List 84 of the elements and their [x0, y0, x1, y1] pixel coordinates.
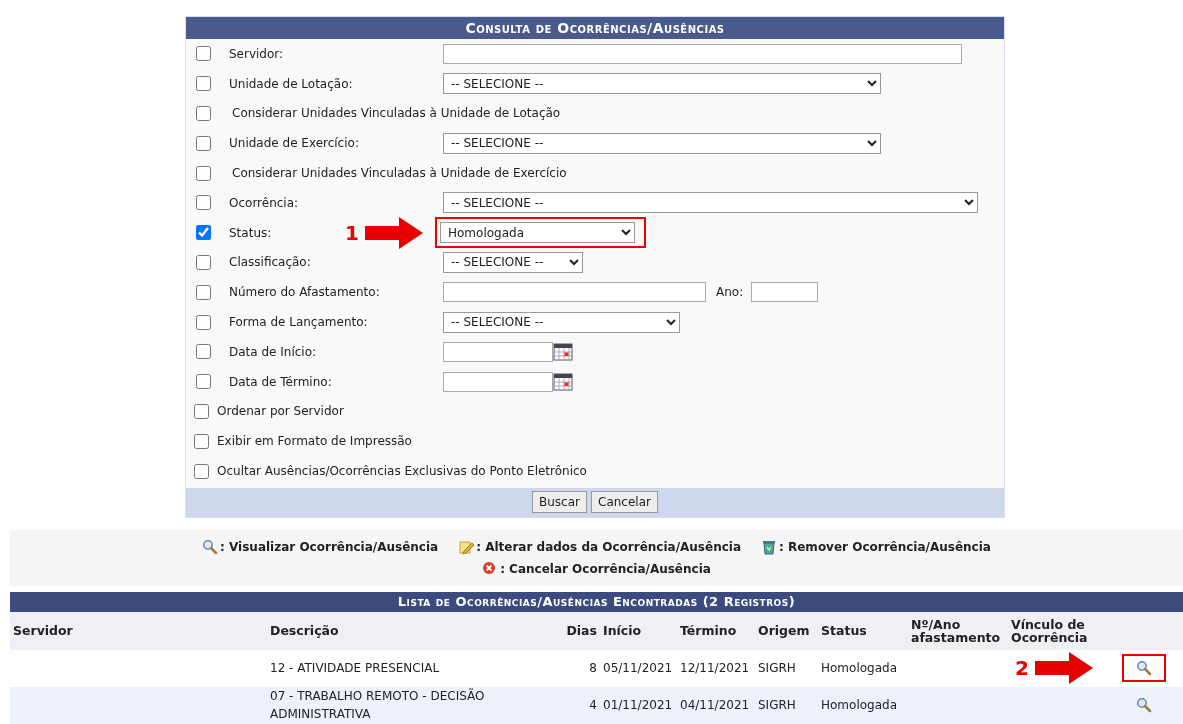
table-cell-text: 05/11/2021	[603, 660, 673, 678]
field-label: Número do Afastamento:	[229, 284, 380, 302]
calendar-icon	[553, 341, 573, 362]
table-cell-text: 01/11/2021	[603, 697, 673, 715]
option-label: Exibir em Formato de Impressão	[217, 433, 412, 451]
field-label: Forma de Lançamento:	[229, 314, 368, 332]
column-header: Início	[602, 622, 643, 641]
annotation-number: 1	[345, 219, 359, 247]
table-cell-text: 8	[589, 660, 597, 678]
dropdown[interactable]: -- SELECIONE --	[443, 73, 881, 95]
table-cell-text: 4	[589, 697, 597, 715]
arrow-icon	[1035, 651, 1093, 686]
annotation-number: 2	[1015, 655, 1029, 683]
option-label: Ocultar Ausências/Ocorrências Exclusivas do Ponto Eletrônico	[217, 463, 587, 481]
column-header: Descrição	[269, 622, 340, 641]
checkbox[interactable]	[196, 76, 211, 92]
field-label: Ocorrência:	[229, 194, 299, 212]
checkbox[interactable]	[194, 463, 209, 479]
checkbox[interactable]	[196, 46, 211, 62]
field-label: Unidade de Lotação:	[229, 75, 353, 93]
column-header: Dias	[565, 622, 598, 641]
input-field[interactable]	[443, 43, 962, 64]
input-field[interactable]	[751, 282, 819, 303]
field-label: Servidor:	[229, 45, 284, 63]
column-header: Nº/Ano afastamento	[910, 615, 1002, 647]
option-label: Considerar Unidades Vinculadas à Unidade de Lotação	[232, 105, 561, 123]
field-label: Status:	[229, 224, 272, 242]
column-header: Vínculo de Ocorrência	[1010, 615, 1089, 647]
magnifier-icon	[1136, 660, 1152, 677]
input-field[interactable]	[443, 282, 706, 303]
table-title: Lista de Ocorrências/Ausências Encontradas (2 Registros)	[10, 591, 1183, 612]
dropdown[interactable]: Homologada	[440, 222, 635, 244]
arrow-icon	[365, 215, 423, 250]
table-cell-text: SIGRH	[758, 697, 796, 715]
table-cell-text: 12 - ATIVIDADE PRESENCIAL	[270, 660, 440, 678]
field-label: Classificação:	[229, 254, 311, 272]
legend-text: : Visualizar Ocorrência/Ausência	[220, 538, 439, 556]
checkbox[interactable]	[194, 403, 209, 419]
dropdown[interactable]: -- SELECIONE --	[443, 132, 881, 154]
view-button[interactable]	[1136, 697, 1152, 714]
field-label: Ano:	[716, 284, 744, 302]
checkbox[interactable]	[196, 254, 211, 270]
magnifier-icon	[202, 538, 219, 555]
checkbox[interactable]	[196, 344, 211, 360]
column-header: Origem	[757, 622, 811, 641]
checkbox[interactable]	[196, 374, 211, 390]
trash-bin-icon	[761, 538, 777, 555]
checkbox[interactable]	[196, 225, 211, 241]
checkbox[interactable]	[196, 284, 211, 300]
calendar-icon	[553, 371, 573, 392]
form-button[interactable]: Buscar	[532, 491, 587, 514]
table-cell-text: 12/11/2021	[680, 660, 750, 678]
field-label: Unidade de Exercício:	[229, 135, 359, 153]
view-button[interactable]	[1136, 660, 1152, 677]
table-cell-text: 07 - TRABALHO REMOTO - DECISÃO ADMINISTRATIVA	[270, 687, 486, 724]
column-header: Status	[820, 622, 868, 641]
checkbox[interactable]	[196, 165, 211, 181]
legend-text: : Cancelar Ocorrência/Ausência	[500, 560, 711, 578]
table-cell-text: SIGRH	[758, 660, 796, 678]
option-label: Considerar Unidades Vinculadas à Unidade de Exercício	[232, 165, 567, 183]
field-label: Data de Início:	[229, 343, 317, 361]
pencil-note-icon	[458, 538, 475, 555]
table-cell-text: Homologada	[821, 697, 897, 715]
column-header: Término	[679, 622, 738, 641]
checkbox[interactable]	[196, 195, 211, 211]
checkbox[interactable]	[196, 135, 211, 151]
input-field[interactable]	[443, 371, 553, 392]
input-field[interactable]	[443, 341, 553, 362]
dropdown[interactable]: -- SELECIONE --	[443, 251, 583, 273]
magnifier-icon	[1136, 697, 1152, 714]
form-title: Consulta de Ocorrências/Ausências	[186, 17, 1004, 39]
legend-text: : Alterar dados da Ocorrência/Ausência	[476, 538, 741, 556]
table-cell-text: 04/11/2021	[680, 697, 750, 715]
legend-text: : Remover Ocorrência/Ausência	[779, 538, 991, 556]
table-cell-text: Homologada	[821, 660, 897, 678]
option-label: Ordenar por Servidor	[217, 403, 344, 421]
checkbox[interactable]	[196, 106, 211, 121]
checkbox[interactable]	[196, 314, 211, 330]
column-header: Servidor	[12, 622, 74, 641]
checkbox[interactable]	[194, 433, 209, 449]
dropdown[interactable]: -- SELECIONE --	[443, 192, 978, 214]
dropdown[interactable]: -- SELECIONE --	[443, 311, 680, 333]
form-button[interactable]: Cancelar	[591, 491, 658, 514]
field-label: Data de Término:	[229, 373, 332, 391]
